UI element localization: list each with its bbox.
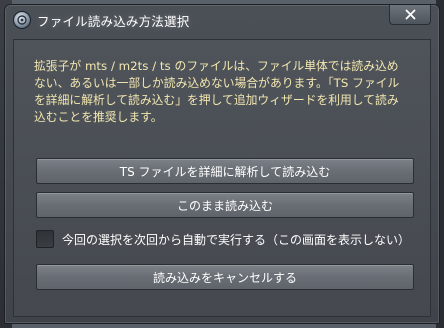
auto-execute-label: 今回の選択を次回から自動で実行する（この画面を表示しない） bbox=[62, 232, 411, 247]
message-line: ない、あるいは一部しか読み込めない場合があります。「TS ファイル bbox=[34, 76, 400, 90]
load-as-is-button[interactable]: このまま読み込む bbox=[36, 192, 414, 218]
message-line: 拡張子が mts / m2ts / ts のファイルは、ファイル単体では読み込め bbox=[34, 59, 399, 73]
close-button[interactable] bbox=[389, 5, 431, 25]
auto-execute-checkbox[interactable] bbox=[36, 230, 54, 248]
info-message: 拡張子が mts / m2ts / ts のファイルは、ファイル単体では読み込め… bbox=[34, 58, 414, 126]
message-line: 込むことを推奨します。 bbox=[34, 110, 163, 124]
title-bar[interactable]: ファイル読み込み方法選択 bbox=[5, 5, 439, 35]
analyze-ts-button[interactable]: TS ファイルを詳細に解析して読み込む bbox=[36, 158, 414, 184]
window-title: ファイル読み込み方法選択 bbox=[37, 13, 190, 29]
close-icon bbox=[405, 5, 416, 24]
cancel-load-button[interactable]: 読み込みをキャンセルする bbox=[36, 264, 414, 290]
message-line: を詳細に解析して読み込む」を押して追加ウィザードを利用して読み bbox=[34, 93, 399, 107]
auto-execute-option[interactable]: 今回の選択を次回から自動で実行する（この画面を表示しない） bbox=[36, 230, 410, 248]
app-logo-icon bbox=[13, 11, 31, 29]
dialog-window: ファイル読み込み方法選択 拡張子が mts / m2ts / ts のファイルは… bbox=[4, 4, 440, 324]
dialog-content: 拡張子が mts / m2ts / ts のファイルは、ファイル単体では読み込め… bbox=[13, 39, 431, 317]
